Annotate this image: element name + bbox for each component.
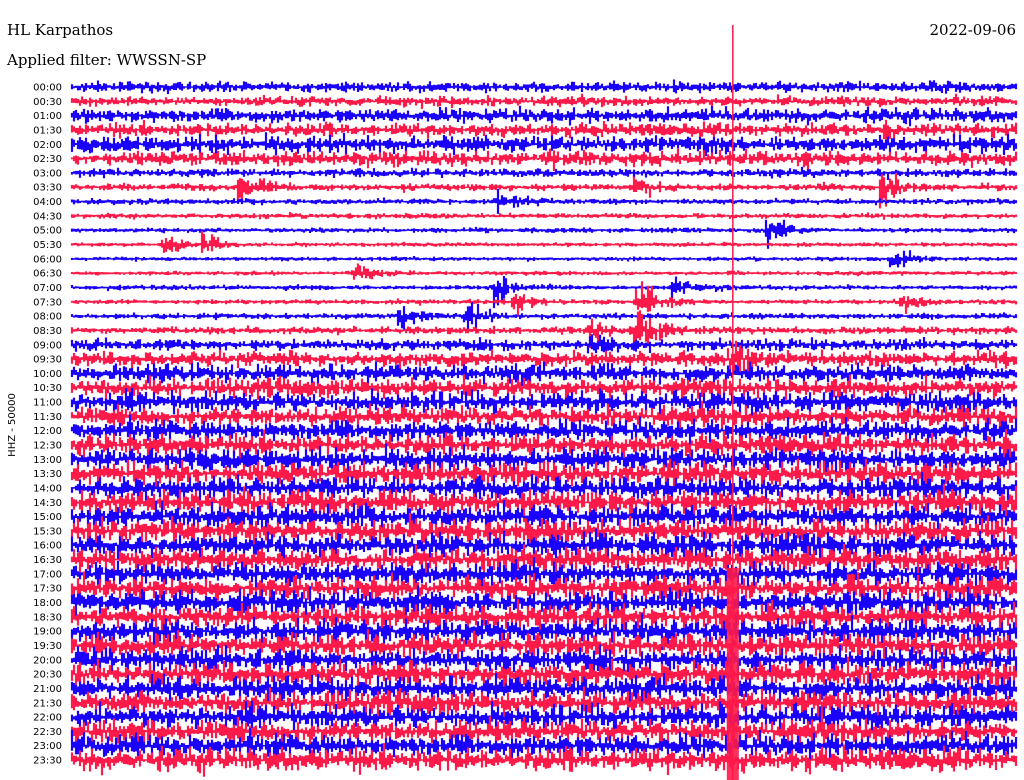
row-time-label: 02:30	[33, 154, 62, 165]
row-time-label: 09:00	[33, 340, 62, 351]
row-time-label: 09:30	[33, 355, 62, 366]
row-time-label: 17:30	[33, 584, 62, 595]
row-time-label: 15:30	[33, 526, 62, 537]
row-time-label: 11:30	[33, 412, 62, 423]
row-time-label: 14:00	[33, 483, 62, 494]
row-time-label: 03:30	[33, 183, 62, 194]
row-time-label: 20:00	[33, 655, 62, 666]
trace-row-0300	[70, 166, 1018, 180]
row-time-label: 13:30	[33, 469, 62, 480]
row-time-label: 22:30	[33, 727, 62, 738]
row-time-label: 05:00	[33, 226, 62, 237]
row-time-label: 06:00	[33, 254, 62, 265]
trace-row-0430	[70, 212, 1018, 220]
row-time-label: 12:30	[33, 441, 62, 452]
trace-row-0030	[70, 93, 1018, 109]
row-time-label: 03:00	[33, 168, 62, 179]
trace-row-0630	[70, 263, 1018, 280]
row-time-label: 07:30	[33, 297, 62, 308]
row-time-label: 01:30	[33, 125, 62, 136]
trace-row-0400	[70, 188, 1018, 214]
row-time-label: 00:00	[33, 83, 62, 94]
row-time-label: 22:00	[33, 713, 62, 724]
trace-row-0800	[70, 302, 1018, 332]
row-time-label: 04:00	[33, 197, 62, 208]
row-time-label: 07:00	[33, 283, 62, 294]
row-time-label: 21:30	[33, 698, 62, 709]
row-time-label: 15:00	[33, 512, 62, 523]
row-time-label: 19:30	[33, 641, 62, 652]
trace-row-0900	[70, 334, 1018, 354]
trace-row-0600	[70, 250, 1018, 268]
row-time-label: 08:30	[33, 326, 62, 337]
row-time-label: 21:00	[33, 684, 62, 695]
row-time-label: 08:00	[33, 312, 62, 323]
row-time-label: 04:30	[33, 211, 62, 222]
helicorder-plot: 00:00 00:30 01:00 01:30 02:00 02:30 03:00 03:30…	[7, 25, 1018, 780]
row-time-label: 11:00	[33, 398, 62, 409]
row-time-label: 17:00	[33, 569, 62, 580]
row-time-label: 14:30	[33, 498, 62, 509]
spike-band	[726, 567, 739, 780]
row-time-label: 18:00	[33, 598, 62, 609]
row-time-label: 06:30	[33, 269, 62, 280]
channel-label: HHZ - 50000	[7, 393, 18, 457]
trace-group	[70, 79, 1018, 777]
trace-row-0530	[70, 231, 1018, 253]
row-time-label: 05:30	[33, 240, 62, 251]
row-time-label: 16:00	[33, 541, 62, 552]
row-time-label: 18:30	[33, 612, 62, 623]
time-label-group: 00:00 00:30 01:00 01:30 02:00 02:30 03:00 03:30…	[33, 83, 62, 767]
trace-row-0100	[70, 105, 1018, 127]
row-time-label: 19:00	[33, 627, 62, 638]
row-time-label: 23:30	[33, 756, 62, 767]
trace-row-0000	[70, 79, 1018, 95]
row-time-label: 23:00	[33, 741, 62, 752]
row-time-label: 13:00	[33, 455, 62, 466]
row-time-label: 00:30	[33, 97, 62, 108]
trace-row-0230	[70, 148, 1018, 171]
row-time-label: 10:30	[33, 383, 62, 394]
row-time-label: 10:00	[33, 369, 62, 380]
row-time-label: 12:00	[33, 426, 62, 437]
row-time-label: 02:00	[33, 140, 62, 151]
row-time-label: 01:00	[33, 111, 62, 122]
row-time-label: 20:30	[33, 670, 62, 681]
row-time-label: 16:30	[33, 555, 62, 566]
